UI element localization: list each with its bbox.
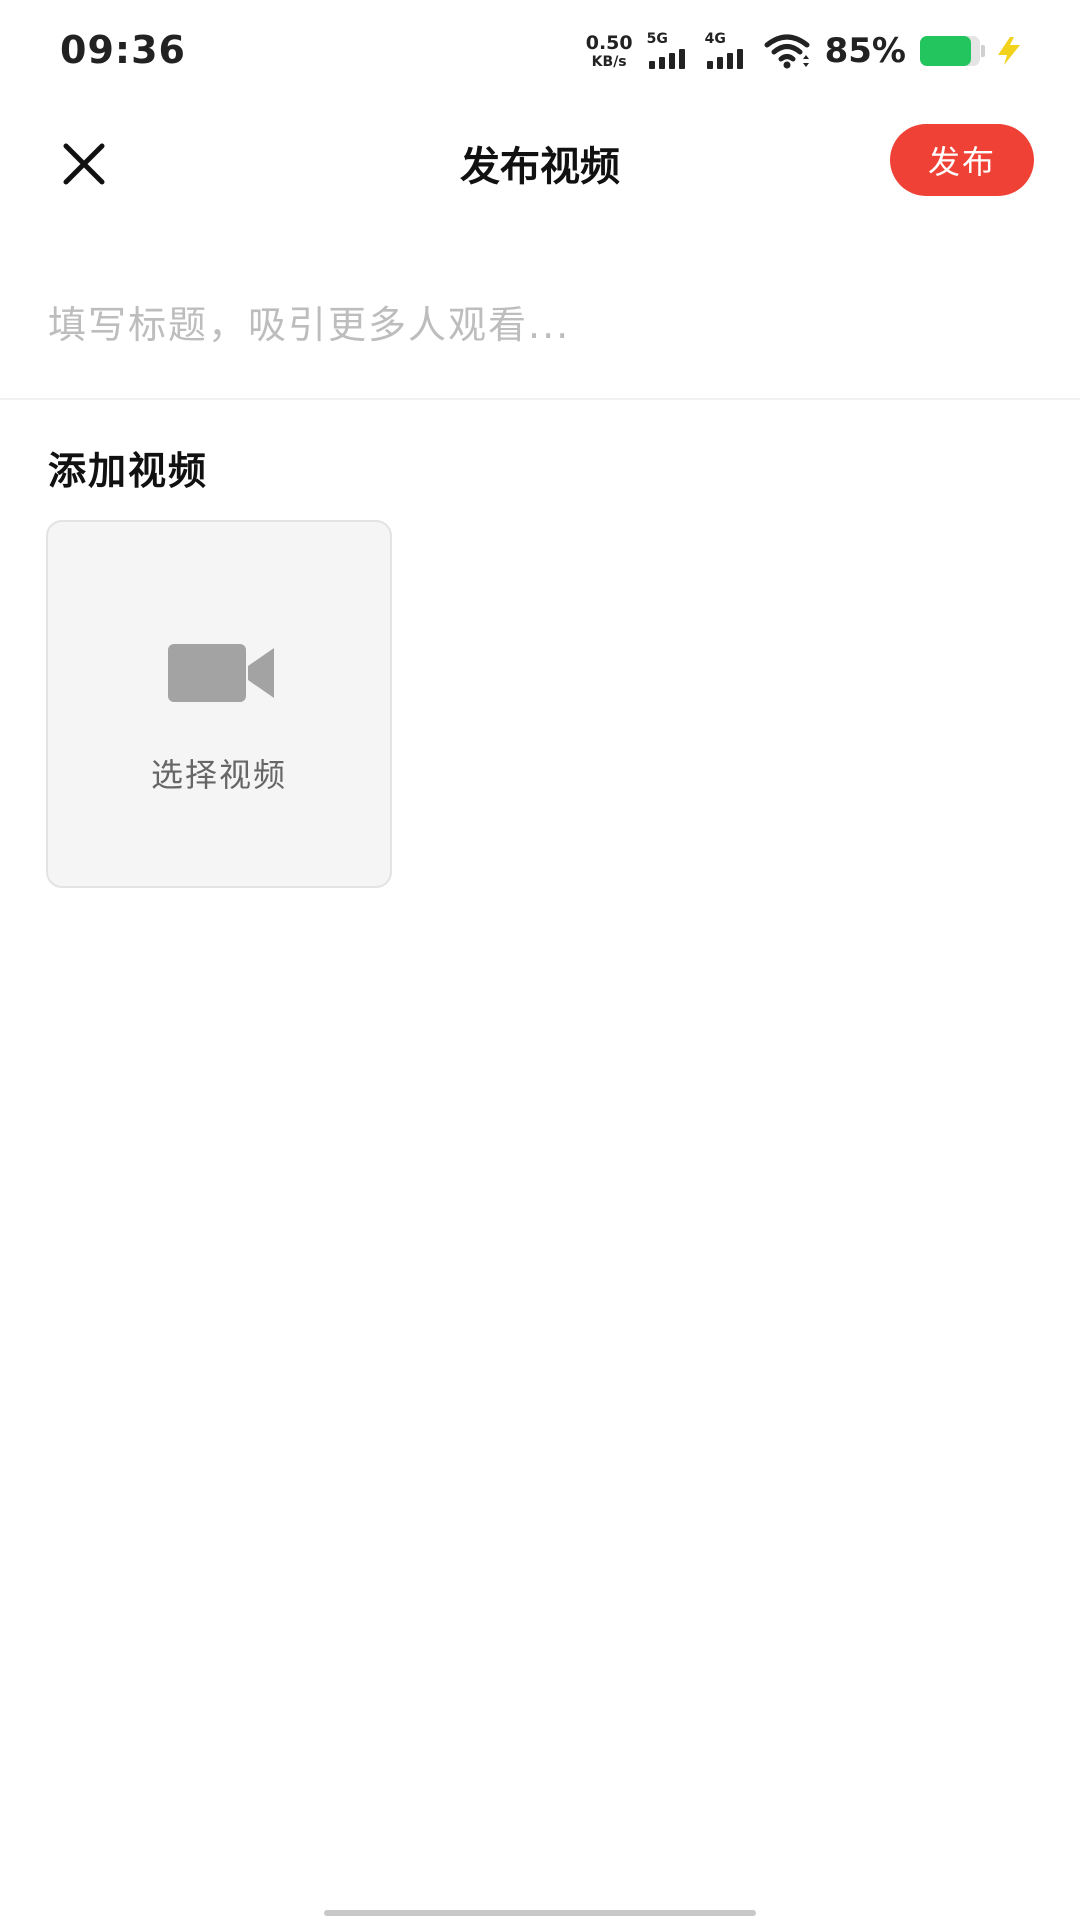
signal-4g-label: 4G xyxy=(704,31,726,47)
title-field-container xyxy=(0,270,1080,400)
network-speed-value: 0.50 xyxy=(585,31,633,54)
network-speed-unit: KB/s xyxy=(591,53,627,70)
battery-fill xyxy=(920,36,971,66)
add-video-heading: 添加视频 xyxy=(48,449,209,493)
battery-icon xyxy=(920,36,985,66)
status-bar: 09:36 0.50 KB/s 5G 4G 85% xyxy=(0,0,1080,100)
status-icons: 0.50 KB/s 5G 4G 85% xyxy=(586,28,1024,74)
signal-4g-icon: 4G xyxy=(705,31,749,71)
video-camera-icon xyxy=(168,644,274,702)
battery-percentage: 85% xyxy=(824,31,906,71)
select-video-button[interactable]: 选择视频 xyxy=(46,520,392,888)
title-input[interactable] xyxy=(48,290,1028,360)
publish-video-screen: 09:36 0.50 KB/s 5G 4G 85% 发布视频 发布 填写标题，吸… xyxy=(0,0,1080,1920)
signal-5g-icon: 5G xyxy=(647,31,691,71)
home-indicator[interactable] xyxy=(324,1910,756,1916)
signal-5g-label: 5G xyxy=(646,31,668,47)
lightning-bolt-icon xyxy=(998,37,1020,65)
network-speed: 0.50 KB/s xyxy=(585,31,633,70)
status-time: 09:36 xyxy=(60,28,186,72)
publish-button[interactable]: 发布 xyxy=(890,124,1034,196)
top-nav: 发布视频 发布 xyxy=(0,110,1080,210)
select-video-label: 选择视频 xyxy=(150,756,287,794)
wifi-icon xyxy=(764,34,810,69)
